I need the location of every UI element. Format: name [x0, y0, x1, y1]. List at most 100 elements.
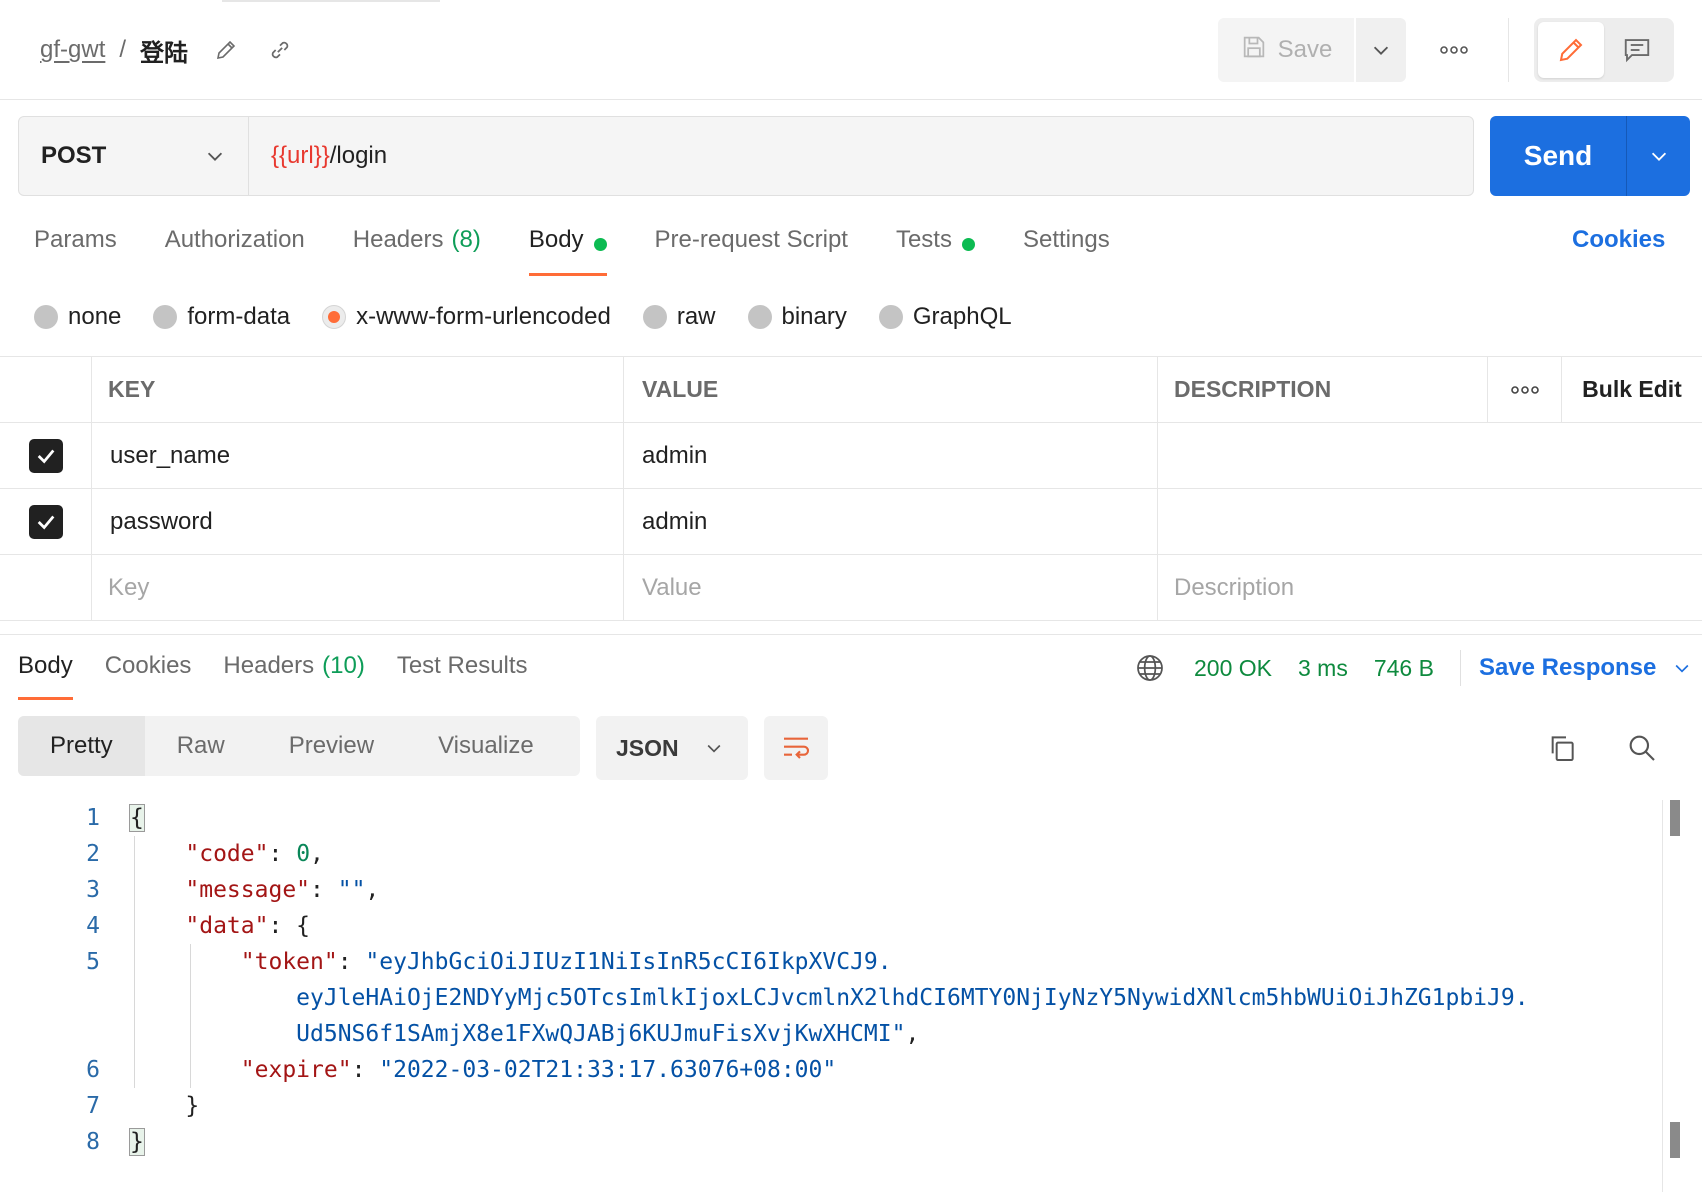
tab-label: Cookies — [104, 652, 192, 679]
tab-body[interactable]: Body — [528, 224, 607, 276]
request-tabs: Params Authorization Headers (8) Body Pre… — [34, 224, 1158, 276]
description-input[interactable]: Description — [1158, 555, 1698, 620]
code-line: "expire": "2022-03-02T21:33:17.63076+08:… — [240, 1057, 837, 1083]
radio-graphql[interactable]: GraphQL — [878, 303, 1012, 331]
response-tab-headers[interactable]: Headers (10) — [223, 652, 364, 700]
line-number: 3 — [86, 877, 100, 903]
chevron-down-icon — [707, 744, 721, 753]
tests-set-indicator — [961, 238, 975, 251]
description-cell[interactable] — [1158, 489, 1698, 554]
radio-circle-selected — [322, 305, 347, 329]
table-row: user_name admin — [0, 423, 1702, 489]
url-input[interactable]: {{url}}/login — [249, 117, 1473, 195]
format-select[interactable]: JSON — [596, 716, 748, 780]
line-number: 5 — [86, 949, 100, 975]
radio-none[interactable]: none — [34, 303, 121, 331]
tab-settings[interactable]: Settings — [1023, 224, 1110, 276]
radio-binary[interactable]: binary — [747, 303, 847, 331]
row-checkbox-cell — [0, 555, 92, 620]
cookies-link[interactable]: Cookies — [1572, 226, 1665, 254]
table-more-button[interactable] — [1488, 357, 1562, 422]
table-row: password admin — [0, 489, 1702, 555]
globe-icon[interactable] — [1134, 652, 1166, 684]
edit-mode-button[interactable] — [1538, 22, 1604, 78]
pencil-icon[interactable] — [210, 34, 242, 66]
line-number: 4 — [86, 913, 100, 939]
json-string: "eyJhbGciOiJIUzI1NiIsInR5cCI6IkpXVCJ9. — [365, 949, 892, 975]
mode-toggle — [1534, 18, 1674, 82]
response-divider[interactable] — [0, 634, 1702, 635]
response-tab-cookies[interactable]: Cookies — [105, 652, 192, 700]
view-pretty[interactable]: Pretty — [18, 716, 145, 776]
more-options-button[interactable] — [1434, 32, 1474, 68]
save-button[interactable]: Save — [1218, 18, 1354, 82]
key-cell[interactable]: user_name — [92, 423, 624, 488]
code-line: "code": 0, — [185, 841, 324, 867]
response-body-editor[interactable]: 1 2 3 4 5 6 7 8 { "code": 0, "message": … — [0, 800, 1702, 1192]
copy-button[interactable] — [1544, 730, 1580, 766]
key-cell[interactable]: password — [92, 489, 624, 554]
key-input[interactable]: Key — [92, 555, 624, 620]
row-checkbox-cell — [0, 489, 92, 554]
request-header: gf-gwt / 登陆 Save — [0, 0, 1702, 100]
value-cell[interactable]: admin — [624, 489, 1158, 554]
code-line: "data": { — [185, 913, 311, 939]
wrap-lines-button[interactable] — [764, 716, 828, 780]
request-name[interactable]: 登陆 — [140, 33, 188, 68]
row-checkbox[interactable] — [28, 438, 63, 473]
edit-pencil-icon — [1559, 38, 1583, 62]
method-select[interactable]: POST — [19, 117, 249, 195]
divider — [1508, 18, 1509, 82]
radio-label: binary — [781, 303, 847, 330]
radio-x-www-form-urlencoded[interactable]: x-www-form-urlencoded — [322, 303, 611, 331]
radio-circle — [34, 305, 58, 329]
view-raw[interactable]: Raw — [145, 716, 257, 776]
tab-label: Headers — [352, 226, 444, 253]
line-number: 6 — [86, 1057, 100, 1083]
save-options-button[interactable] — [1356, 18, 1406, 82]
send-button[interactable]: Send — [1490, 116, 1626, 196]
send-options-button[interactable] — [1626, 116, 1690, 196]
json-number: 0 — [296, 841, 311, 867]
bulk-edit-button[interactable]: Bulk Edit — [1562, 357, 1702, 422]
link-icon[interactable] — [264, 34, 296, 66]
response-tab-body[interactable]: Body — [18, 652, 73, 700]
method-label: POST — [41, 142, 107, 169]
radio-raw[interactable]: raw — [642, 303, 716, 331]
status-code[interactable]: 200 OK — [1194, 655, 1272, 682]
table-header-row: KEY VALUE DESCRIPTION Bulk Edit — [0, 357, 1702, 423]
line-number — [60, 980, 100, 1016]
save-response-label: Save Response — [1478, 654, 1657, 681]
collection-link[interactable]: gf-gwt — [40, 36, 105, 64]
tab-label: Tests — [895, 226, 952, 253]
radio-circle — [747, 305, 772, 329]
radio-form-data[interactable]: form-data — [153, 303, 290, 331]
description-cell[interactable] — [1158, 423, 1698, 488]
params-table: KEY VALUE DESCRIPTION Bulk Edit user_nam… — [0, 356, 1702, 621]
line-number: 1 — [86, 805, 100, 831]
tab-headers[interactable]: Headers (8) — [353, 224, 481, 276]
view-visualize[interactable]: Visualize — [406, 716, 566, 776]
response-size[interactable]: 746 B — [1374, 655, 1434, 682]
view-preview[interactable]: Preview — [257, 716, 406, 776]
breadcrumb-separator: / — [119, 36, 127, 63]
value-input[interactable]: Value — [624, 555, 1158, 620]
search-button[interactable] — [1624, 730, 1660, 766]
response-tab-test-results[interactable]: Test Results — [397, 652, 528, 700]
row-checkbox[interactable] — [28, 504, 63, 539]
chevron-down-icon — [1675, 664, 1689, 673]
tab-pre-request-script[interactable]: Pre-request Script — [655, 224, 848, 276]
radio-label: GraphQL — [912, 303, 1012, 330]
comments-button[interactable] — [1604, 22, 1670, 78]
tab-label: Test Results — [396, 652, 528, 679]
scrollbar-track[interactable] — [1662, 800, 1663, 1192]
tab-params[interactable]: Params — [34, 224, 117, 276]
response-time[interactable]: 3 ms — [1298, 655, 1348, 682]
tab-authorization[interactable]: Authorization — [165, 224, 305, 276]
copy-icon — [1551, 736, 1574, 761]
tab-tests[interactable]: Tests — [896, 224, 975, 276]
tab-label: Params — [34, 226, 117, 253]
value-cell[interactable]: admin — [624, 423, 1158, 488]
save-response-button[interactable]: Save Response — [1479, 654, 1692, 682]
chevron-down-icon — [1651, 152, 1666, 161]
